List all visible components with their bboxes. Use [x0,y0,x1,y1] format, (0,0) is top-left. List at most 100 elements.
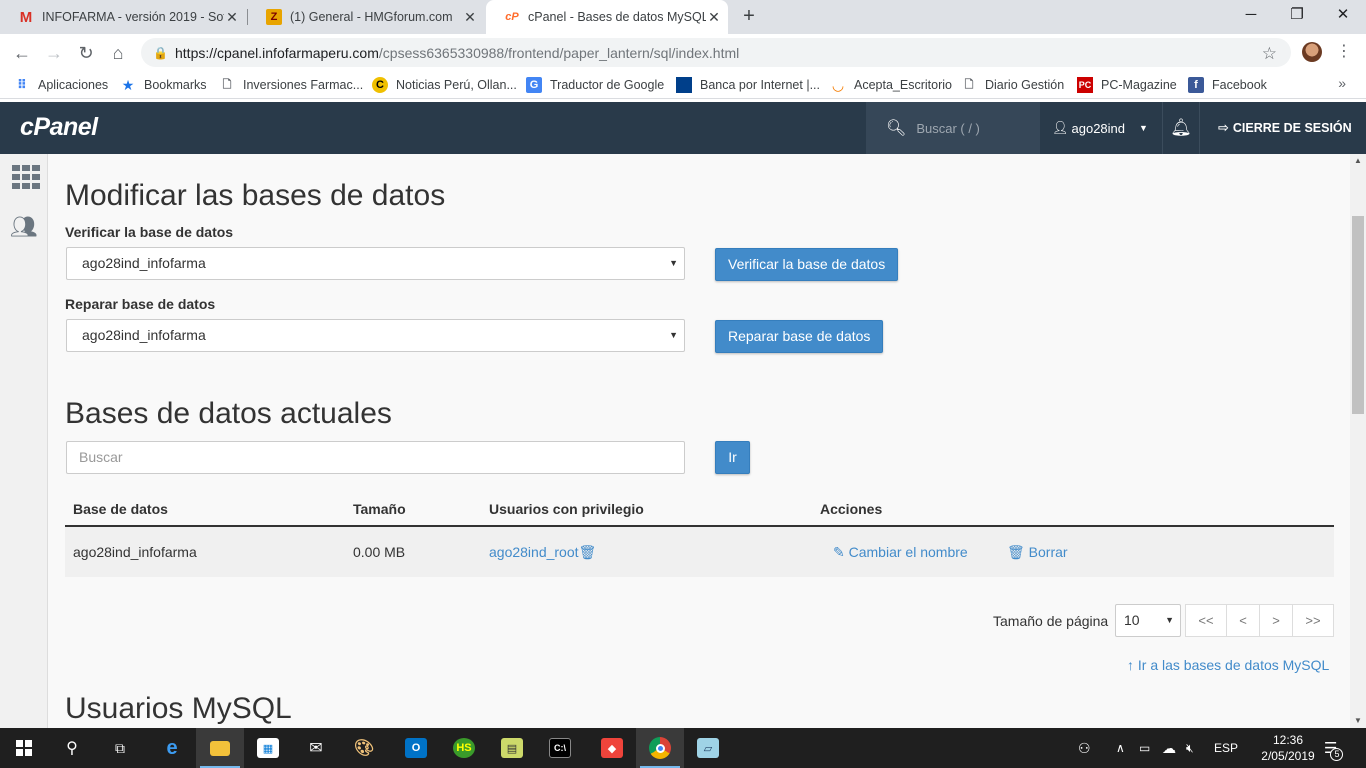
check-database-select[interactable]: ago28ind_infofarma ▼ [66,247,685,280]
browser-tab-cpanel[interactable]: cP cPanel - Bases de datos MySQL® ✕ [486,0,728,34]
windows-start-icon[interactable] [0,728,48,768]
browser-tab-hmgforum[interactable]: Z (1) General - HMGforum.com ✕ [248,0,484,34]
go-button[interactable]: Ir [715,441,750,474]
database-search-input[interactable]: Buscar [66,441,685,474]
username: ago28ind [1071,120,1126,136]
modify-databases-title: Modificar las bases de datos [65,179,446,212]
repair-database-select[interactable]: ago28ind_infofarma ▼ [66,319,685,352]
scroll-thumb[interactable] [1352,216,1364,414]
last-page-button[interactable]: >> [1292,604,1334,637]
page-size-select[interactable]: 10 ▼ [1115,604,1181,637]
repair-database-button[interactable]: Reparar base de datos [715,320,884,353]
minimize-icon[interactable]: ─ [1228,0,1274,30]
home-icon[interactable]: ⌂ [105,40,131,66]
clock-date: 2/05/2019 [1261,749,1315,763]
more-bookmarks-icon[interactable]: » [1338,75,1346,91]
prev-page-button[interactable]: < [1226,604,1260,637]
people-icon[interactable]: ⚇ [1078,728,1091,768]
rename-label: Cambiar el nombre [848,544,968,560]
notification-count: 5 [1330,748,1344,761]
restore-icon[interactable]: ❐ [1274,0,1320,30]
table-row: ago28ind_infofarma 0.00 MB ago28ind_root… [65,527,1334,577]
goto-mysql-databases-link[interactable]: ↑ Ir a las bases de datos MySQL [1127,657,1329,673]
paint-icon[interactable]: 🎨︎ [340,728,388,768]
close-tab-icon[interactable]: ✕ [462,9,478,26]
bookmark-star-icon[interactable]: ☆ [1262,44,1277,64]
close-window-icon[interactable]: ✕ [1320,0,1366,30]
first-page-button[interactable]: << [1185,604,1227,637]
onedrive-icon[interactable]: ☁ [1162,728,1176,768]
forward-icon[interactable]: → [41,40,67,66]
bookmark-label: Traductor de Google [550,78,665,92]
spreadsheet-icon[interactable]: ▤ [488,728,536,768]
anydesk-icon[interactable]: ◆ [588,728,636,768]
page-icon: 🗋 [964,78,974,91]
file-explorer-icon[interactable] [196,728,244,768]
bookmark-banca[interactable]: Banca por Internet |... [676,77,820,93]
bookmark-label: Diario Gestión [985,78,1065,92]
bookmark-label: Noticias Perú, Ollan... [396,78,517,92]
network-icon[interactable]: ▭ [1139,728,1150,768]
database-name: ago28ind_infofarma [73,544,197,560]
browser-tab-infofarma[interactable]: M INFOFARMA - versión 2019 - Sof ✕ [0,0,246,34]
bookmark-bookmarks[interactable]: ★ Bookmarks [120,77,207,93]
close-tab-icon[interactable]: ✕ [224,9,240,26]
user-menu[interactable]: 👤︎ ago28ind ▼ [1052,102,1148,154]
next-page-button[interactable]: > [1259,604,1293,637]
new-tab-icon[interactable]: + [738,5,760,27]
trash-icon[interactable]: 🗑︎ [579,544,597,560]
logout-button[interactable]: ⇨ CIERRE DE SESIÓN [1218,102,1352,154]
chrome-icon[interactable] [636,728,684,768]
reload-icon[interactable]: ↻ [73,40,99,66]
chrome-menu-icon[interactable]: ⋮ [1336,40,1352,64]
close-tab-icon[interactable]: ✕ [706,9,722,26]
profile-avatar[interactable] [1302,42,1322,62]
bookmark-aplicaciones[interactable]: ⠿ Aplicaciones [14,77,108,93]
rename-link[interactable]: ✎ Cambiar el nombre [833,527,968,577]
address-bar[interactable]: 🔒 https://cpanel.infofarmaperu.com/cpses… [141,38,1291,67]
bookmark-label: PC-Magazine [1101,78,1177,92]
task-view-icon[interactable]: ⧉ [96,728,144,768]
cpanel-logo[interactable]: cPanel [20,113,98,142]
bookmark-facebook[interactable]: f Facebook [1188,77,1267,93]
cpanel-search[interactable]: 🔍︎ Buscar ( / ) [866,102,1040,154]
search-icon[interactable]: ⚲ [48,728,96,768]
privileged-user-link[interactable]: ago28ind_root🗑︎ [489,527,596,577]
notes-app-icon[interactable]: ▱ [684,728,732,768]
column-database[interactable]: Base de datos [73,501,168,517]
bookmark-traductor[interactable]: G Traductor de Google [526,77,664,93]
search-icon: 🔍︎ [886,120,907,137]
check-database-label: Verificar la base de datos [65,224,234,240]
store-icon[interactable]: ▦ [244,728,292,768]
bookmark-label: Inversiones Farmac... [243,78,364,92]
system-clock[interactable]: 12:36 2/05/2019 [1260,732,1316,764]
edge-icon[interactable]: e [148,728,196,768]
bookmark-noticias[interactable]: C Noticias Perú, Ollan... [372,77,517,93]
scroll-up-icon[interactable]: ▲ [1354,156,1362,165]
translate-icon: G [526,77,542,93]
bookmarks-bar: ⠿ Aplicaciones ★ Bookmarks 🗋 Inversiones… [0,71,1366,99]
volume-muted-icon[interactable]: 🔇︎ [1186,728,1194,768]
mail-icon[interactable]: ✉ [292,728,340,768]
outlook-icon[interactable]: O [392,728,440,768]
back-icon[interactable]: ← [9,40,35,66]
delete-link[interactable]: 🗑︎ Borrar [1007,527,1068,577]
language-indicator[interactable]: ESP [1214,728,1238,768]
bookmark-inversiones[interactable]: 🗋 Inversiones Farmac... [219,77,364,93]
repair-database-label: Reparar base de datos [65,296,216,312]
home-grid-icon[interactable] [12,165,42,189]
action-center-icon[interactable]: ☰ 5 [1324,728,1344,768]
user-manager-icon[interactable]: 👥︎ [10,214,38,240]
terminal-icon[interactable]: C:\ [536,728,584,768]
scroll-down-icon[interactable]: ▼ [1354,716,1362,725]
column-size[interactable]: Tamaño [353,501,406,517]
check-database-button[interactable]: Verificar la base de datos [715,248,899,281]
bookmark-acepta[interactable]: ◡ Acepta_Escritorio [830,77,952,93]
bookmark-pcmagazine[interactable]: PC PC-Magazine [1077,77,1177,93]
page-size-value: 10 [1124,612,1140,628]
page-scrollbar[interactable]: ▲ ▼ [1350,154,1366,730]
hs-app-icon[interactable]: HS [440,728,488,768]
show-hidden-icons[interactable]: ∧ [1116,728,1125,768]
notifications-bell-icon[interactable]: 🔔︎ [1162,102,1200,154]
bookmark-gestion[interactable]: 🗋 Diario Gestión [961,77,1065,93]
